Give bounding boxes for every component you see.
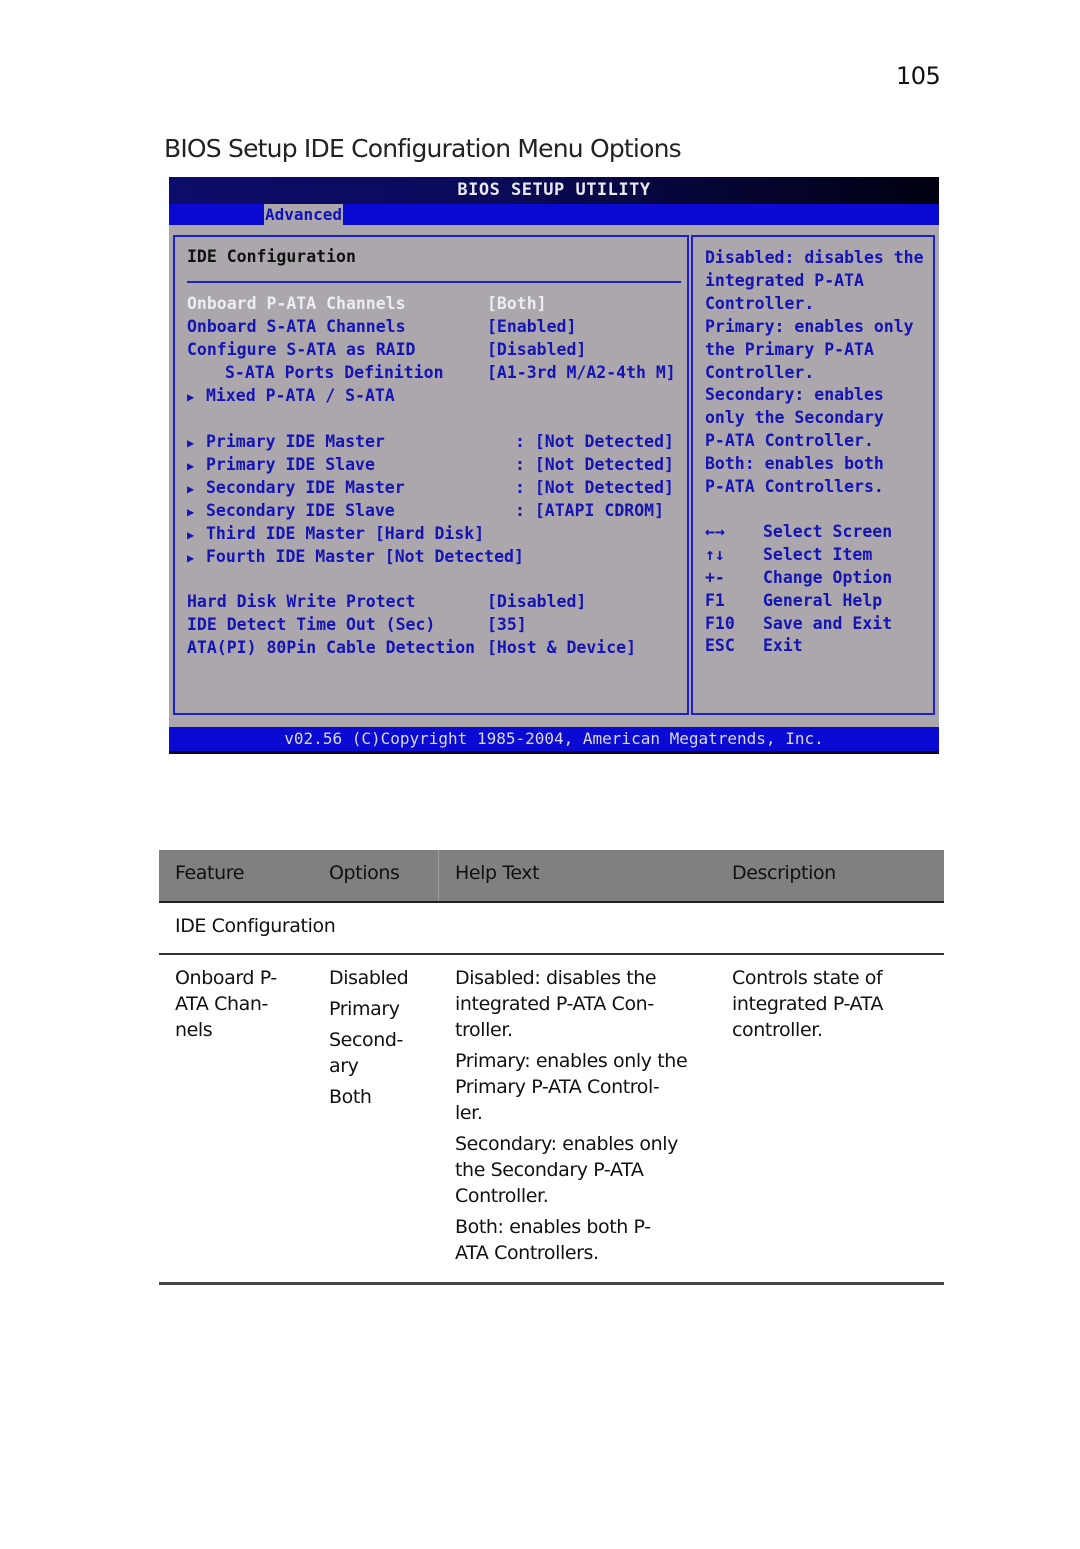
- options-table: Feature Options Help Text Description ID…: [159, 850, 944, 1285]
- section-title: BIOS Setup IDE Configuration Menu Option…: [164, 134, 682, 163]
- help-line: the Primary P-ATA: [705, 339, 874, 359]
- key-label: ←→: [705, 522, 725, 541]
- help-line: Controller.: [705, 293, 815, 313]
- key-label: +-: [705, 567, 725, 587]
- bios-item-label: ▶ Mixed P-ATA / S-ATA: [187, 385, 395, 408]
- bios-item-label: ▶ Fourth IDE Master [Not Detected]: [187, 546, 524, 569]
- option-item: Both: [329, 1086, 372, 1108]
- submenu-arrow-icon: ▶: [187, 390, 195, 404]
- bios-item-value: [Enabled]: [487, 317, 577, 336]
- key-action: Exit: [763, 636, 803, 656]
- bios-footer: v02.56 (C)Copyright 1985-2004, American …: [169, 727, 939, 751]
- bios-menu-bar: Advanced: [169, 204, 939, 225]
- bios-item-label: S-ATA Ports Definition: [225, 363, 444, 382]
- section-label: IDE Configuration: [175, 915, 336, 937]
- header-description: Description: [732, 862, 836, 884]
- option-item: Disabled: [329, 967, 409, 989]
- bios-item-value: : [Not Detected]: [515, 455, 674, 474]
- submenu-arrow-icon: ▶: [187, 528, 195, 542]
- help-line: Both: enables both: [705, 454, 884, 474]
- help-line: P-ATA Controllers.: [705, 477, 884, 497]
- header-options: Options: [329, 862, 400, 884]
- bios-item-label: ▶ Secondary IDE Master: [187, 477, 405, 500]
- submenu-arrow-icon: ▶: [187, 551, 195, 565]
- submenu-arrow-icon: ▶: [187, 436, 195, 450]
- bios-item-value: [A1-3rd M/A2-4th M]: [487, 363, 676, 382]
- option-item: Primary: [329, 998, 400, 1020]
- key-action: Select Item: [763, 544, 873, 564]
- bios-item-label: ▶ Third IDE Master [Hard Disk]: [187, 523, 484, 546]
- header-feature: Feature: [175, 862, 244, 884]
- bios-item-value: : [ATAPI CDROM]: [515, 501, 665, 520]
- bios-item-label: Configure S-ATA as RAID: [187, 340, 416, 359]
- help-line: Primary: enables only: [705, 316, 914, 336]
- help-paragraph: Both: enables both P- ATA Controllers.: [455, 1216, 651, 1264]
- bios-item-value: [Disabled]: [487, 592, 587, 611]
- feature-line: nels: [175, 1019, 213, 1041]
- bios-item-value: [Both]: [487, 294, 547, 313]
- key-action: Save and Exit: [763, 613, 893, 633]
- help-line: Disabled: disables the: [705, 248, 924, 267]
- header-divider: [438, 850, 439, 901]
- bios-item-label: ▶ Secondary IDE Slave: [187, 500, 395, 523]
- panel-heading: IDE Configuration: [187, 247, 356, 266]
- feature-line: Onboard P-: [175, 967, 277, 989]
- description-line: controller.: [732, 1019, 823, 1041]
- header-help-text: Help Text: [455, 862, 540, 884]
- option-item: Second-ary: [329, 1029, 403, 1077]
- table-section-row: IDE Configuration: [159, 903, 944, 955]
- feature-cell: Onboard P- ATA Chan-nels: [175, 965, 315, 1043]
- page-number: 105: [896, 62, 941, 90]
- help-paragraph: Secondary: enables only the Secondary P-A…: [455, 1133, 679, 1207]
- bios-help-panel: Disabled: disables the integrated P-ATA Co…: [691, 235, 935, 715]
- bios-screenshot: BIOS SETUP UTILITY Advanced IDE Configur…: [169, 177, 939, 754]
- bios-item-label: IDE Detect Time Out (Sec): [187, 615, 436, 634]
- description-cell: Controls state of integrated P-ATA control…: [732, 965, 932, 1043]
- help-line: P-ATA Controller.: [705, 431, 874, 451]
- help-paragraph: Primary: enables only the Primary P-ATA C…: [455, 1050, 688, 1124]
- key-action: Select Screen: [763, 522, 893, 541]
- options-cell: Disabled Primary Second-ary Both: [329, 965, 439, 1115]
- help-line: integrated P-ATA: [705, 270, 864, 290]
- key-label: ↑↓: [705, 544, 725, 564]
- help-text-cell: Disabled: disables the integrated P-ATA C…: [455, 965, 715, 1271]
- submenu-arrow-icon: ▶: [187, 459, 195, 473]
- bios-item-value: : [Not Detected]: [515, 478, 674, 497]
- bios-item-value: [35]: [487, 615, 527, 634]
- bios-item-label: Onboard P-ATA Channels: [187, 294, 406, 313]
- submenu-arrow-icon: ▶: [187, 482, 195, 496]
- description-line: integrated P-ATA: [732, 993, 883, 1015]
- table-row: Onboard P- ATA Chan-nels Disabled Primary S…: [159, 955, 944, 1285]
- help-line: Controller.: [705, 362, 815, 382]
- help-line: only the Secondary: [705, 408, 884, 428]
- key-action: General Help: [763, 590, 883, 610]
- bios-item-label: ▶ Primary IDE Slave: [187, 454, 375, 477]
- bios-item-label: Onboard S-ATA Channels: [187, 317, 406, 336]
- bios-bottom-edge: [169, 751, 939, 754]
- bios-item-value: [Host & Device]: [487, 638, 637, 657]
- feature-line: ATA Chan-: [175, 993, 268, 1015]
- bios-settings-panel: IDE Configuration Onboard P-ATA Channels…: [173, 235, 689, 715]
- bios-item-label: ▶ Primary IDE Master: [187, 431, 385, 454]
- help-line: Secondary: enables: [705, 385, 884, 405]
- bios-item-label: Hard Disk Write Protect: [187, 592, 416, 611]
- tab-advanced[interactable]: Advanced: [264, 204, 344, 225]
- submenu-arrow-icon: ▶: [187, 505, 195, 519]
- panel-divider: [187, 281, 681, 283]
- bios-item-label: ATA(PI) 80Pin Cable Detection: [187, 638, 476, 657]
- key-action: Change Option: [763, 567, 893, 587]
- key-label: F1: [705, 590, 725, 610]
- bios-item-value: : [Not Detected]: [515, 432, 674, 451]
- key-label: ESC: [705, 636, 735, 656]
- help-paragraph: Disabled: disables the integrated P-ATA C…: [455, 967, 657, 1041]
- table-header: Feature Options Help Text Description: [159, 850, 944, 903]
- bios-title-bar: BIOS SETUP UTILITY: [169, 177, 939, 204]
- help-text: Disabled: disables the integrated P-ATA Co…: [705, 247, 924, 499]
- key-label: F10: [705, 613, 735, 633]
- description-line: Controls state of: [732, 967, 883, 989]
- bios-item-value: [Disabled]: [487, 340, 587, 359]
